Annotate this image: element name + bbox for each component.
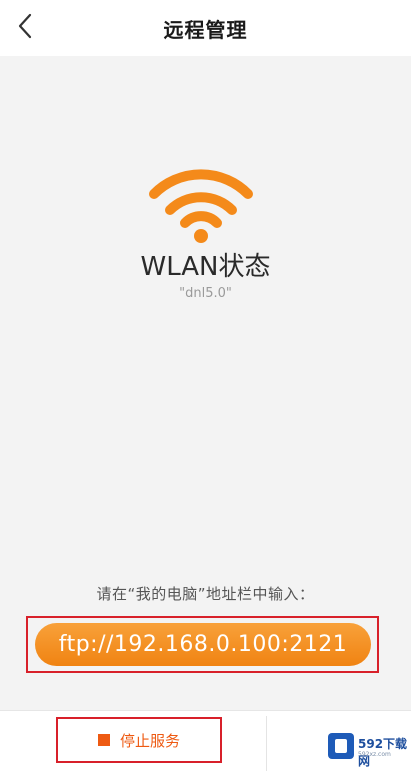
stop-service-button[interactable]: 停止服务: [60, 721, 218, 759]
stop-service-label: 停止服务: [119, 731, 180, 750]
ftp-address-button[interactable]: ftp://192.168.0.100:2121: [35, 623, 371, 666]
page-title: 远程管理: [163, 18, 248, 42]
watermark: 592下载网 592xz.com: [326, 729, 408, 768]
app-header: 远程管理: [0, 0, 411, 56]
watermark-subtext: 592xz.com: [358, 751, 391, 758]
watermark-logo-icon: [328, 733, 354, 759]
ssid-label: "dnl5.0": [179, 286, 232, 301]
wifi-icon: [149, 169, 253, 243]
wlan-status-title: WLAN状态: [140, 252, 271, 282]
bottom-bar-divider: [266, 716, 267, 771]
ftp-address-text: ftp://192.168.0.100:2121: [58, 632, 348, 657]
instruction-text: 请在“我的电脑”地址栏中输入：: [96, 585, 315, 603]
stop-square-icon: [97, 734, 110, 746]
